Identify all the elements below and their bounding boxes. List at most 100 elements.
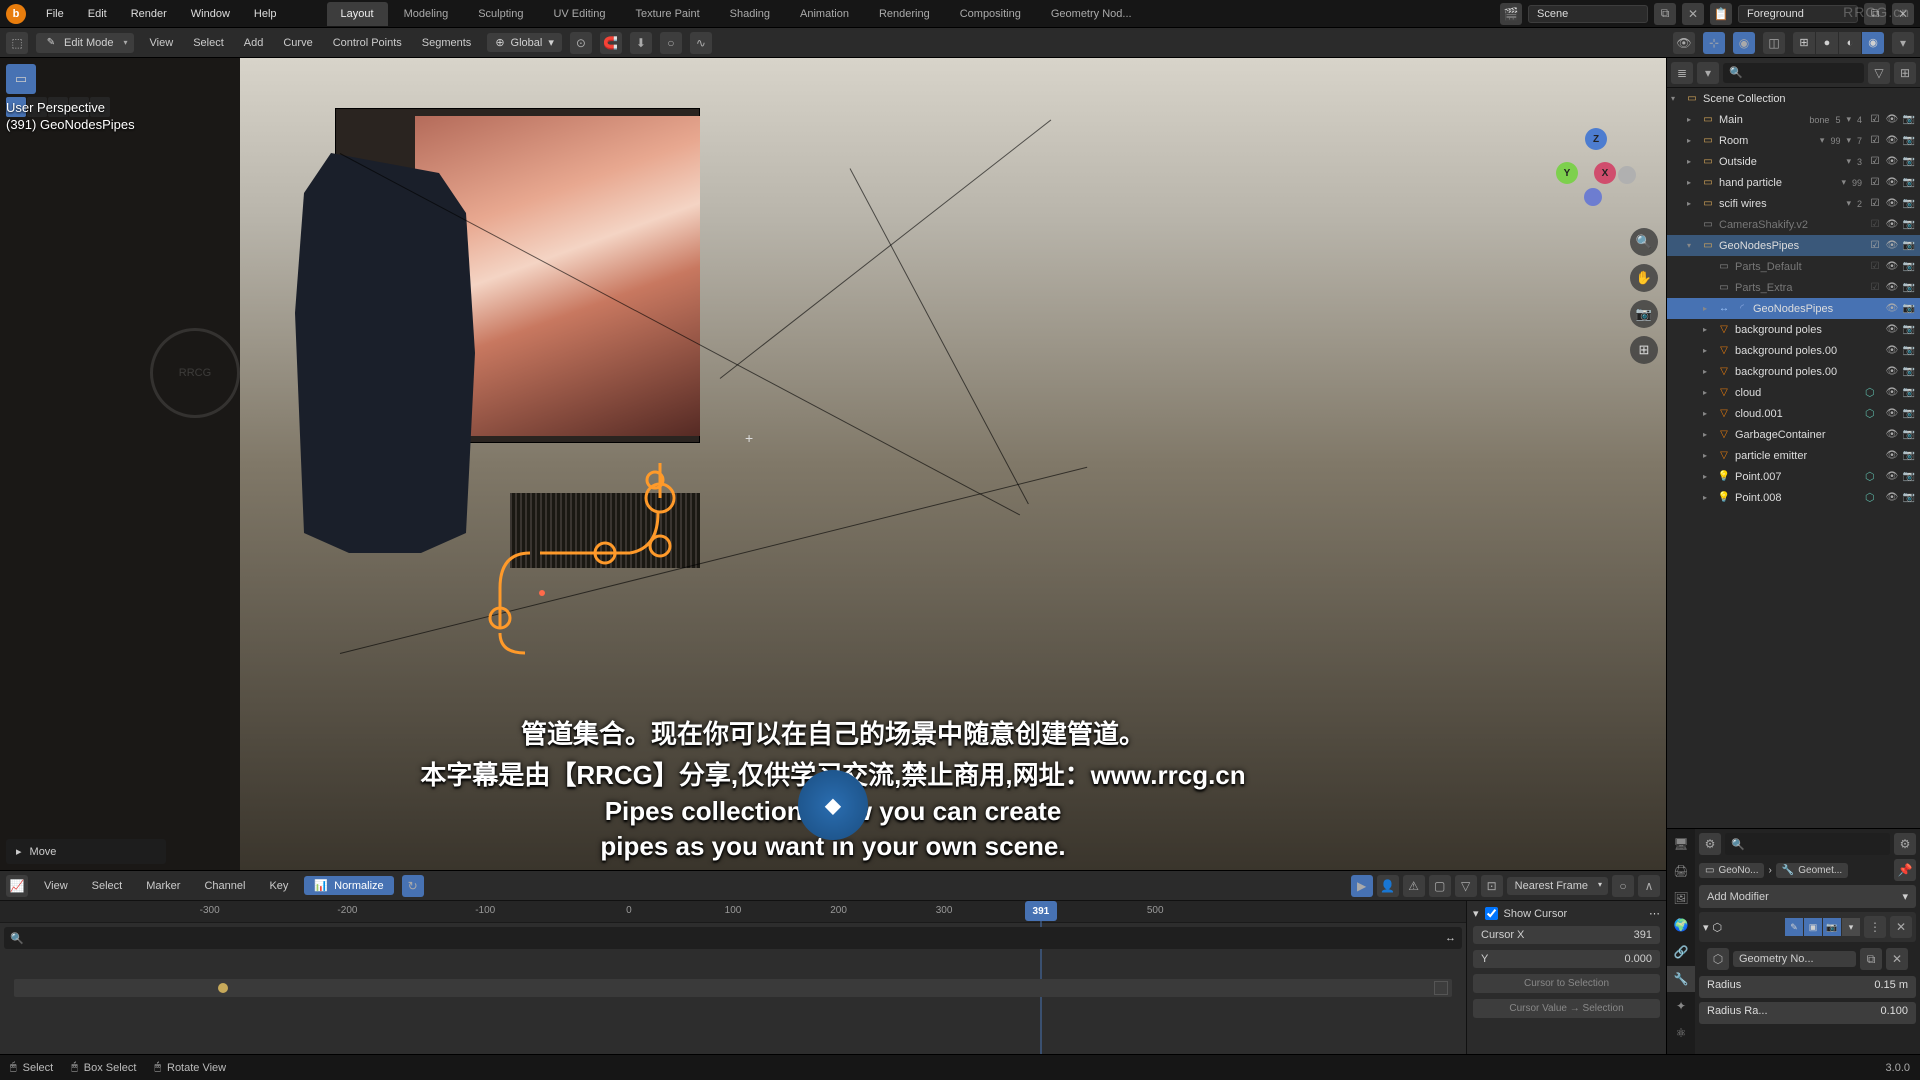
nodegroup-field[interactable]: Geometry No... [1733, 951, 1856, 967]
mod-toggle-extra-icon[interactable]: ▾ [1842, 918, 1860, 936]
snap-toggle-icon[interactable]: 🧲 [600, 32, 622, 54]
shading-matprev-icon[interactable]: ◐ [1839, 32, 1861, 54]
channel-row[interactable] [14, 979, 1452, 997]
expand-arrow-icon[interactable]: ▾ [1671, 94, 1681, 103]
renderable-camera-icon[interactable]: 📷 [1902, 134, 1916, 148]
visibility-eye-icon[interactable]: 👁 [1885, 281, 1899, 295]
channel-lock-icon[interactable] [1434, 981, 1448, 995]
menu-help[interactable]: Help [244, 4, 287, 24]
blender-logo-icon[interactable]: b [6, 4, 26, 24]
renderable-camera-icon[interactable]: 📷 [1902, 365, 1916, 379]
last-operator-panel[interactable]: ▸ Move [6, 839, 166, 864]
outliner-row[interactable]: ▸▭hand particle▾99☑👁📷 [1667, 172, 1920, 193]
cursor-to-selection-button[interactable]: Cursor to Selection [1473, 974, 1660, 993]
visibility-eye-icon[interactable]: 👁 [1885, 470, 1899, 484]
playhead[interactable]: 391 [1025, 901, 1057, 921]
renderable-camera-icon[interactable]: 📷 [1902, 176, 1916, 190]
outliner-row[interactable]: ▭Parts_Default☑👁📷 [1667, 256, 1920, 277]
outliner-row[interactable]: ▾▭GeoNodesPipes☑👁📷 [1667, 235, 1920, 256]
viewport[interactable]: ▭ User Perspective (391) GeoNodesPipes +… [0, 58, 1666, 870]
ge-menu-select[interactable]: Select [84, 876, 131, 896]
scene-name-field[interactable]: Scene [1528, 5, 1648, 23]
renderable-camera-icon[interactable]: 📷 [1902, 491, 1916, 505]
expand-arrow-icon[interactable]: ▸ [1703, 493, 1713, 502]
ge-warning-icon[interactable]: ⚠ [1403, 875, 1425, 897]
vp-menu-add[interactable]: Add [236, 33, 272, 53]
expand-arrow-icon[interactable]: ▸ [1687, 199, 1697, 208]
renderable-camera-icon[interactable]: 📷 [1902, 218, 1916, 232]
tab-geometry-nodes[interactable]: Geometry Nod... [1037, 2, 1146, 26]
visibility-eye-icon[interactable]: 👁 [1885, 344, 1899, 358]
tab-uv-editing[interactable]: UV Editing [539, 2, 619, 26]
editor-type-icon[interactable]: ⬚ [6, 32, 28, 54]
shading-rendered-icon[interactable]: ◉ [1862, 32, 1884, 54]
ge-filter-icon[interactable]: ▽ [1455, 875, 1477, 897]
visibility-eye-icon[interactable]: 👁 [1885, 239, 1899, 253]
mode-dropdown[interactable]: ✎ Edit Mode [36, 33, 134, 53]
gizmos-toggle-icon[interactable]: ⊹ [1703, 32, 1725, 54]
nodegroup-unlink-icon[interactable]: ✕ [1886, 948, 1908, 970]
proportional-falloff-icon[interactable]: ∿ [690, 32, 712, 54]
outliner-row[interactable]: ▸▽background poles.00👁📷 [1667, 340, 1920, 361]
visibility-eye-icon[interactable]: 👁 [1885, 491, 1899, 505]
pivot-point-icon[interactable]: ⊙ [570, 32, 592, 54]
vp-menu-view[interactable]: View [142, 33, 182, 53]
renderable-camera-icon[interactable]: 📷 [1902, 260, 1916, 274]
exclude-checkbox-icon[interactable]: ☑ [1868, 239, 1882, 253]
renderable-camera-icon[interactable]: 📷 [1902, 113, 1916, 127]
ge-cursor-icon[interactable]: ▶ [1351, 875, 1373, 897]
radius-field[interactable]: Radius 0.15 m [1699, 976, 1916, 998]
ge-ghost-icon[interactable]: 👤 [1377, 875, 1399, 897]
visibility-eye-icon[interactable]: 👁 [1885, 449, 1899, 463]
gizmo-x-axis[interactable]: X [1594, 162, 1616, 184]
tab-compositing[interactable]: Compositing [946, 2, 1035, 26]
crumb-pin-icon[interactable]: 📌 [1894, 859, 1916, 881]
frame-ruler[interactable]: -300-200-1000100200300500 391 [0, 901, 1466, 923]
pan-icon[interactable]: ✋ [1630, 264, 1658, 292]
ge-falloff-icon[interactable]: ∧ [1638, 875, 1660, 897]
gizmo-z-axis[interactable]: Z [1585, 128, 1607, 150]
visibility-eye-icon[interactable]: 👁 [1885, 407, 1899, 421]
prop-tab-modifiers-icon[interactable]: 🔧 [1667, 966, 1695, 992]
renderable-camera-icon[interactable]: 📷 [1902, 155, 1916, 169]
outliner-row[interactable]: ▸▽GarbageContainer👁📷 [1667, 424, 1920, 445]
visibility-eye-icon[interactable]: 👁 [1885, 134, 1899, 148]
prop-tab-output-icon[interactable]: 🖨 [1667, 858, 1695, 884]
visibility-eye-icon[interactable]: 👁 [1885, 323, 1899, 337]
ge-menu-channel[interactable]: Channel [196, 876, 253, 896]
gizmo-neg-axis-1[interactable] [1618, 166, 1636, 184]
viewlayer-browse-icon[interactable]: 📋 [1710, 3, 1732, 25]
exclude-checkbox-icon[interactable]: ☑ [1868, 155, 1882, 169]
expand-arrow-icon[interactable]: ▸ [1703, 304, 1713, 313]
menu-render[interactable]: Render [121, 4, 177, 24]
tool-select-icon[interactable]: ▭ [6, 64, 36, 94]
scene-browse-icon[interactable]: 🎬 [1500, 3, 1522, 25]
outliner-row[interactable]: ▸▽cloud.001⬡👁📷 [1667, 403, 1920, 424]
shading-solid-icon[interactable]: ● [1816, 32, 1838, 54]
mod-menu-icon[interactable]: ⋮ [1864, 916, 1886, 938]
tab-sculpting[interactable]: Sculpting [464, 2, 537, 26]
graph-editor-type-icon[interactable]: 📈 [6, 875, 28, 897]
outliner-tree[interactable]: ▾ ▭ Scene Collection ▸▭Mainbone5▾4☑👁📷▸▭R… [1667, 88, 1920, 828]
perspective-toggle-icon[interactable]: ⊞ [1630, 336, 1658, 364]
outliner-display-mode-icon[interactable]: ▾ [1697, 62, 1719, 84]
visibility-eye-icon[interactable]: 👁 [1885, 302, 1899, 316]
visibility-eye-icon[interactable]: 👁 [1885, 113, 1899, 127]
keyframe-pin-icon[interactable] [218, 983, 228, 993]
visibility-eye-icon[interactable]: 👁 [1885, 386, 1899, 400]
slider-handle-icon[interactable]: ↔ [1445, 932, 1456, 944]
show-cursor-checkbox[interactable] [1485, 907, 1498, 920]
radius-random-field[interactable]: Radius Ra... 0.100 [1699, 1002, 1916, 1024]
camera-view-icon[interactable]: 📷 [1630, 300, 1658, 328]
outliner-new-collection-icon[interactable]: ⊞ [1894, 62, 1916, 84]
expand-arrow-icon[interactable]: ▸ [1703, 325, 1713, 334]
outliner-editor-type-icon[interactable]: ≣ [1671, 62, 1693, 84]
renderable-camera-icon[interactable]: 📷 [1902, 386, 1916, 400]
outliner-row[interactable]: ▸💡Point.007⬡👁📷 [1667, 466, 1920, 487]
mod-toggle-realtime-icon[interactable]: ▣ [1804, 918, 1822, 936]
visibility-eye-icon[interactable]: 👁 [1885, 197, 1899, 211]
nodegroup-copy-icon[interactable]: ⧉ [1860, 948, 1882, 970]
menu-file[interactable]: File [36, 4, 74, 24]
crumb-object[interactable]: ▭ GeoNo... [1699, 863, 1764, 878]
expand-arrow-icon[interactable]: ▸ [1703, 451, 1713, 460]
